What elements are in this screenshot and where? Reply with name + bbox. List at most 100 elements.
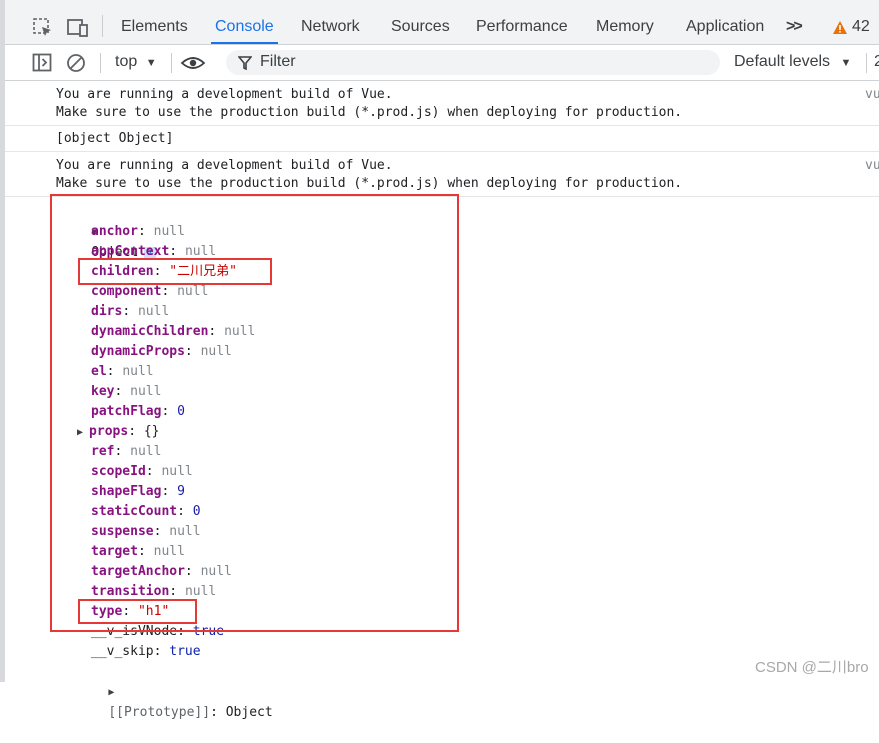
tab-elements[interactable]: Elements [121, 0, 188, 44]
property-colon: : [137, 544, 154, 559]
message-text: Make sure to use the production build (*… [56, 176, 683, 191]
warning-count[interactable]: 42 [852, 0, 870, 44]
property-key: children [91, 264, 154, 279]
property-colon: : [153, 644, 170, 659]
tab-memory[interactable]: Memory [596, 0, 654, 44]
object-property-row: shapeFlag: 9 [91, 482, 185, 502]
clear-console-icon[interactable] [66, 53, 86, 73]
prototype-colon: : [210, 705, 226, 720]
property-value: null [161, 464, 193, 479]
tab-console[interactable]: Console [211, 0, 278, 44]
property-colon: : [184, 344, 201, 359]
message-source-link[interactable]: vu [865, 87, 879, 102]
context-label: top [115, 53, 138, 70]
context-selector[interactable]: top ▼ [115, 53, 157, 71]
object-property-row: type: "h1" [91, 602, 169, 622]
property-key: component [91, 284, 162, 299]
property-colon: : [145, 464, 162, 479]
toolbar-divider [171, 53, 172, 73]
object-property-row: dynamicChildren: null [91, 322, 255, 342]
object-tree-header[interactable]: ▼ Object i [60, 202, 157, 260]
prototype-key: [[Prototype]] [108, 705, 211, 720]
more-tabs-button[interactable]: >> [786, 0, 803, 44]
sidebar-toggle-icon[interactable] [32, 53, 52, 72]
object-property-row: component: null [91, 282, 208, 302]
property-key: shapeFlag [91, 484, 162, 499]
property-value: 0 [177, 404, 185, 419]
property-value: null [130, 384, 162, 399]
property-value: null [184, 584, 217, 599]
object-property-row[interactable]: ▶ props: {} [77, 422, 160, 442]
chevron-down-icon: ▼ [840, 57, 852, 69]
issues-count[interactable]: 2 [874, 53, 879, 71]
property-colon: : [161, 284, 178, 299]
property-key: key [91, 384, 115, 399]
collapse-triangle-icon[interactable]: ▶ [77, 427, 89, 438]
collapse-triangle-icon[interactable]: ▶ [108, 687, 114, 698]
property-colon: : [177, 504, 193, 519]
object-property-row: el: null [91, 362, 154, 382]
property-key: el [91, 364, 107, 379]
tab-performance[interactable]: Performance [476, 0, 568, 44]
console-message: You are running a development build of V… [5, 81, 879, 126]
log-levels-label: Default levels [734, 53, 831, 70]
property-colon: : [128, 424, 144, 439]
chevron-down-icon: ▼ [145, 57, 157, 69]
property-colon: : [122, 604, 138, 619]
property-value: null [184, 244, 217, 259]
warning-icon[interactable] [832, 20, 848, 35]
inspect-element-icon[interactable] [32, 17, 54, 39]
property-key: target [91, 544, 138, 559]
object-property-row: appContext: null [91, 242, 216, 262]
property-value: "h1" [137, 604, 170, 619]
console-output: You are running a development build of V… [5, 81, 879, 720]
property-colon: : [161, 404, 178, 419]
property-value: null [122, 364, 154, 379]
property-value: null [224, 324, 256, 339]
device-toolbar-icon[interactable] [66, 17, 90, 39]
property-key: staticCount [91, 504, 178, 519]
property-key: props [89, 424, 129, 439]
property-value: null [130, 444, 162, 459]
property-value: null [200, 344, 232, 359]
watermark: CSDN @二川bro [755, 659, 869, 676]
devtools-tab-bar: Elements Console Network Sources Perform… [5, 0, 879, 45]
object-property-row: transition: null [91, 582, 216, 602]
property-colon: : [208, 324, 225, 339]
object-property-row: ref: null [91, 442, 161, 462]
object-property-row: anchor: null [91, 222, 185, 242]
property-colon: : [114, 444, 131, 459]
prototype-row[interactable]: ▶ [[Prototype]]: Object [77, 662, 272, 720]
log-levels-dropdown[interactable]: Default levels ▼ [734, 53, 851, 71]
property-colon: : [184, 564, 201, 579]
property-key: dirs [91, 304, 123, 319]
object-property-row: target: null [91, 542, 185, 562]
object-property-row: __v_isVNode: true [91, 622, 224, 642]
property-colon: : [169, 244, 185, 259]
message-text: Make sure to use the production build (*… [56, 105, 683, 120]
property-colon: : [114, 384, 131, 399]
property-key: suspense [91, 524, 154, 539]
property-value: true [169, 644, 201, 659]
property-key: dynamicChildren [91, 324, 209, 339]
property-value: null [200, 564, 232, 579]
tab-application[interactable]: Application [686, 0, 764, 44]
console-toolbar: top ▼ Filter Default levels ▼ 2 [5, 45, 879, 81]
property-key: type [91, 604, 123, 619]
object-property-row: targetAnchor: null [91, 562, 232, 582]
property-key: transition [91, 584, 170, 599]
property-value: true [192, 624, 225, 639]
message-source-link[interactable]: vu [865, 158, 879, 173]
filter-input[interactable]: Filter [226, 50, 720, 75]
eye-icon[interactable] [180, 53, 206, 73]
property-key: patchFlag [91, 404, 162, 419]
tab-network[interactable]: Network [301, 0, 360, 44]
filter-placeholder: Filter [260, 53, 296, 70]
object-property-row: dirs: null [91, 302, 169, 322]
message-text: You are running a development build of V… [56, 87, 393, 102]
tab-divider [102, 15, 103, 37]
property-colon: : [106, 364, 123, 379]
property-colon: : [169, 584, 185, 599]
tab-sources[interactable]: Sources [391, 0, 450, 44]
property-key: __v_skip [91, 644, 154, 659]
